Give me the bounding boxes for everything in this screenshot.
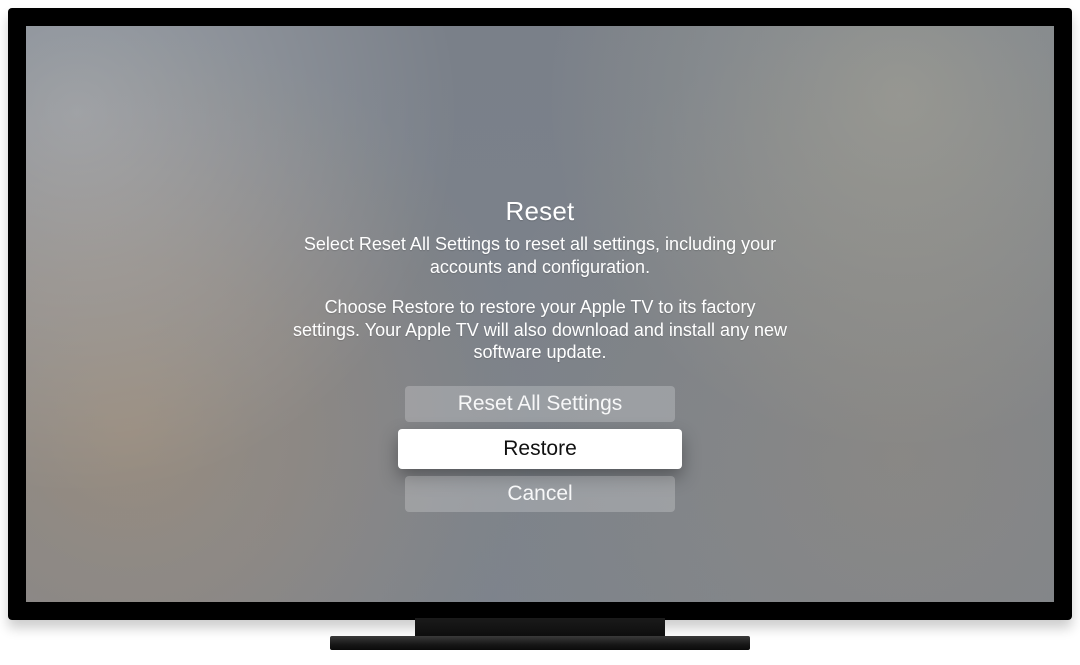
cancel-button[interactable]: Cancel <box>405 476 675 512</box>
dialog-description-2: Choose Restore to restore your Apple TV … <box>290 296 790 364</box>
dialog-description-1: Select Reset All Settings to reset all s… <box>290 233 790 278</box>
reset-dialog: Reset Select Reset All Settings to reset… <box>260 196 820 512</box>
dialog-title: Reset <box>260 196 820 227</box>
restore-button[interactable]: Restore <box>398 429 682 469</box>
reset-all-settings-button[interactable]: Reset All Settings <box>405 386 675 422</box>
dialog-button-stack: Reset All Settings Restore Cancel <box>260 386 820 512</box>
tv-stand-base <box>330 636 750 650</box>
tv-screen: Reset Select Reset All Settings to reset… <box>26 26 1054 602</box>
spacer <box>260 278 820 296</box>
tv-frame: Reset Select Reset All Settings to reset… <box>8 8 1072 620</box>
